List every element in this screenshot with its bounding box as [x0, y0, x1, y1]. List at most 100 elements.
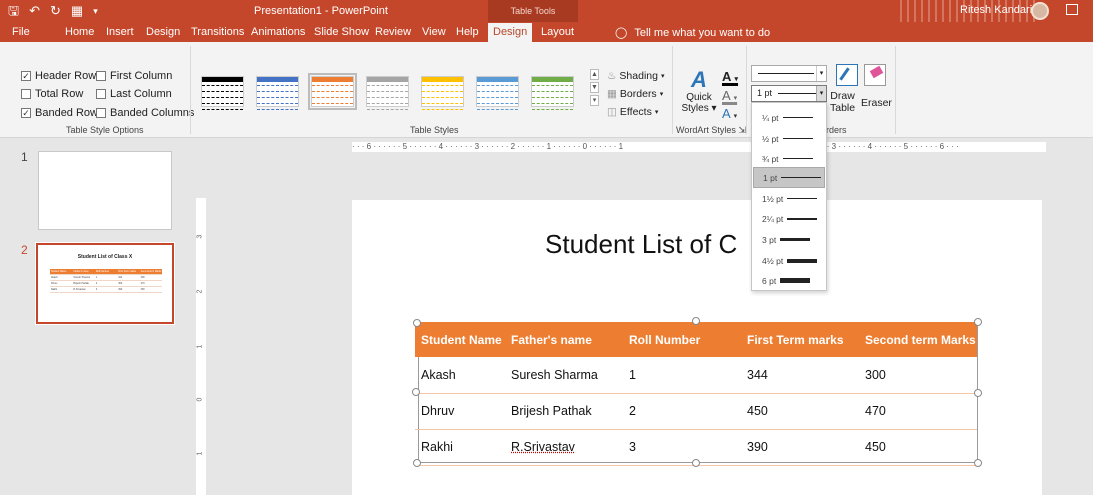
- pen-style-combo[interactable]: ▾: [751, 65, 827, 82]
- tab-table-layout[interactable]: Layout: [541, 26, 574, 38]
- tab-home[interactable]: Home: [65, 26, 94, 38]
- borders-button[interactable]: ▦ Borders ▾: [607, 88, 663, 100]
- tab-file[interactable]: File: [12, 26, 30, 38]
- table-cell[interactable]: Akash: [415, 357, 505, 394]
- tab-transitions[interactable]: Transitions: [191, 26, 244, 38]
- redo-icon[interactable]: ↻: [50, 3, 61, 19]
- tab-slide-show[interactable]: Slide Show: [314, 26, 369, 38]
- tab-table-design[interactable]: Design: [488, 23, 533, 42]
- slide-title[interactable]: Student List of C: [545, 229, 737, 260]
- text-fill-icon[interactable]: A ▾: [722, 69, 738, 84]
- resize-handle[interactable]: [974, 459, 982, 467]
- table-cell[interactable]: Brijesh Pathak: [505, 393, 623, 430]
- table-style-thumbnail[interactable]: [531, 76, 574, 110]
- resize-handle[interactable]: [413, 319, 421, 327]
- pen-weight-option[interactable]: 6 pt: [753, 270, 825, 291]
- undo-icon[interactable]: ↶: [29, 3, 40, 19]
- table-cell[interactable]: Suresh Sharma: [505, 357, 623, 394]
- first-column-checkbox[interactable]: First Column: [96, 70, 172, 82]
- tab-design[interactable]: Design: [146, 26, 180, 38]
- table-cell[interactable]: 450: [741, 393, 859, 430]
- shading-button[interactable]: ♨ Shading ▾: [607, 70, 664, 82]
- slide-thumbnail-2[interactable]: Student List of Class X Student Name Fath…: [35, 242, 175, 325]
- customize-icon[interactable]: ▾: [93, 3, 98, 19]
- resize-handle[interactable]: [412, 388, 420, 396]
- table-header-cell[interactable]: First Term marks: [741, 322, 859, 357]
- pen-weight-option[interactable]: 1 pt: [753, 167, 825, 188]
- resize-handle[interactable]: [413, 459, 421, 467]
- tab-insert[interactable]: Insert: [106, 26, 134, 38]
- chevron-down-icon[interactable]: ▾: [816, 86, 826, 101]
- tab-review[interactable]: Review: [375, 26, 411, 38]
- table-header-cell[interactable]: Father's name: [505, 322, 623, 357]
- draw-table-button[interactable]: Draw Table: [830, 90, 855, 114]
- table-style-thumbnail[interactable]: [201, 76, 244, 110]
- table-cell[interactable]: 2: [623, 393, 741, 430]
- pen-weight-option[interactable]: ¾ pt: [753, 148, 825, 169]
- pen-weight-option[interactable]: ¼ pt: [753, 107, 825, 128]
- resize-handle[interactable]: [692, 459, 700, 467]
- dialog-launcher-icon[interactable]: ⇲: [738, 125, 746, 135]
- slide-thumbnail-1[interactable]: [38, 151, 172, 230]
- table-cell[interactable]: R.Srivastav: [505, 429, 623, 466]
- checkbox-check-icon: ✓: [21, 71, 31, 81]
- pen-weight-option[interactable]: 3 pt: [753, 229, 825, 250]
- table-style-thumbnail[interactable]: [366, 76, 409, 110]
- user-name[interactable]: Ritesh Kandari: [960, 4, 1032, 16]
- avatar[interactable]: [1031, 2, 1049, 20]
- total-row-checkbox[interactable]: Total Row: [21, 88, 83, 100]
- table-cell[interactable]: 344: [741, 357, 859, 394]
- pen-weight-option[interactable]: 2¼ pt: [753, 208, 825, 229]
- quick-styles-button[interactable]: A Quick Styles ▾: [680, 68, 718, 115]
- thumbnail-table: Student Name Father's name Roll Number Firs…: [50, 269, 162, 293]
- eraser-icon[interactable]: [864, 64, 886, 86]
- pen-weight-option[interactable]: ½ pt: [753, 128, 825, 149]
- text-effects-icon[interactable]: A ▾: [722, 106, 737, 121]
- table-cell[interactable]: 3: [623, 429, 741, 466]
- horizontal-ruler[interactable]: · · · 6 · · · · · · 5 · · · · · · 4 · · …: [352, 142, 1046, 152]
- tab-animations[interactable]: Animations: [251, 26, 305, 38]
- table-style-thumbnail[interactable]: [476, 76, 519, 110]
- table-cell[interactable]: 300: [859, 357, 977, 394]
- table-header-row: Student Name Father's name Roll Number Firs…: [415, 322, 977, 357]
- ribbon-display-options-icon[interactable]: [1066, 4, 1078, 15]
- table-cell[interactable]: 1: [623, 357, 741, 394]
- table-header-cell[interactable]: Roll Number: [623, 322, 741, 357]
- text-outline-icon[interactable]: A ▾: [722, 88, 737, 103]
- resize-handle[interactable]: [692, 317, 700, 325]
- chevron-down-icon: ▾: [659, 91, 664, 98]
- document-title: Presentation1 - PowerPoint: [254, 5, 388, 17]
- student-table[interactable]: Student Name Father's name Roll Number Firs…: [415, 322, 977, 466]
- resize-handle[interactable]: [974, 318, 982, 326]
- effects-button[interactable]: ◫ Effects ▾: [607, 106, 658, 118]
- tab-view[interactable]: View: [422, 26, 446, 38]
- table-cell[interactable]: 450: [859, 429, 977, 466]
- table-style-thumbnail[interactable]: [308, 73, 357, 110]
- vertical-ruler[interactable]: 3 2 1 0 1: [196, 198, 206, 495]
- last-column-checkbox[interactable]: Last Column: [96, 88, 172, 100]
- table-cell[interactable]: 470: [859, 393, 977, 430]
- table-header-cell[interactable]: Student Name: [415, 322, 505, 357]
- present-icon[interactable]: ▦: [71, 3, 83, 19]
- table-cell[interactable]: Dhruv: [415, 393, 505, 430]
- tell-me-search[interactable]: ◯ Tell me what you want to do: [615, 26, 770, 39]
- gallery-scroll-up-icon[interactable]: ▲: [590, 69, 599, 80]
- pen-color-icon[interactable]: [836, 64, 858, 86]
- table-header-cell[interactable]: Second term Marks: [859, 322, 977, 357]
- save-icon[interactable]: 🖫: [8, 3, 19, 19]
- header-row-checkbox[interactable]: ✓ Header Row: [21, 70, 96, 82]
- gallery-more-icon[interactable]: ▾: [590, 95, 599, 106]
- resize-handle[interactable]: [974, 389, 982, 397]
- eraser-button[interactable]: Eraser: [861, 97, 892, 109]
- banded-rows-checkbox[interactable]: ✓ Banded Rows: [21, 107, 104, 119]
- pen-weight-combo[interactable]: 1 pt ▾: [751, 85, 827, 102]
- table-cell[interactable]: Rakhi: [415, 429, 505, 466]
- gallery-scroll-down-icon[interactable]: ▼: [590, 82, 599, 93]
- table-style-thumbnail[interactable]: [421, 76, 464, 110]
- table-style-thumbnail[interactable]: [256, 76, 299, 110]
- table-cell[interactable]: 390: [741, 429, 859, 466]
- pen-weight-option[interactable]: 1½ pt: [753, 188, 825, 209]
- tab-help[interactable]: Help: [456, 26, 479, 38]
- pen-weight-option[interactable]: 4½ pt: [753, 250, 825, 271]
- banded-columns-checkbox[interactable]: Banded Columns: [96, 107, 194, 119]
